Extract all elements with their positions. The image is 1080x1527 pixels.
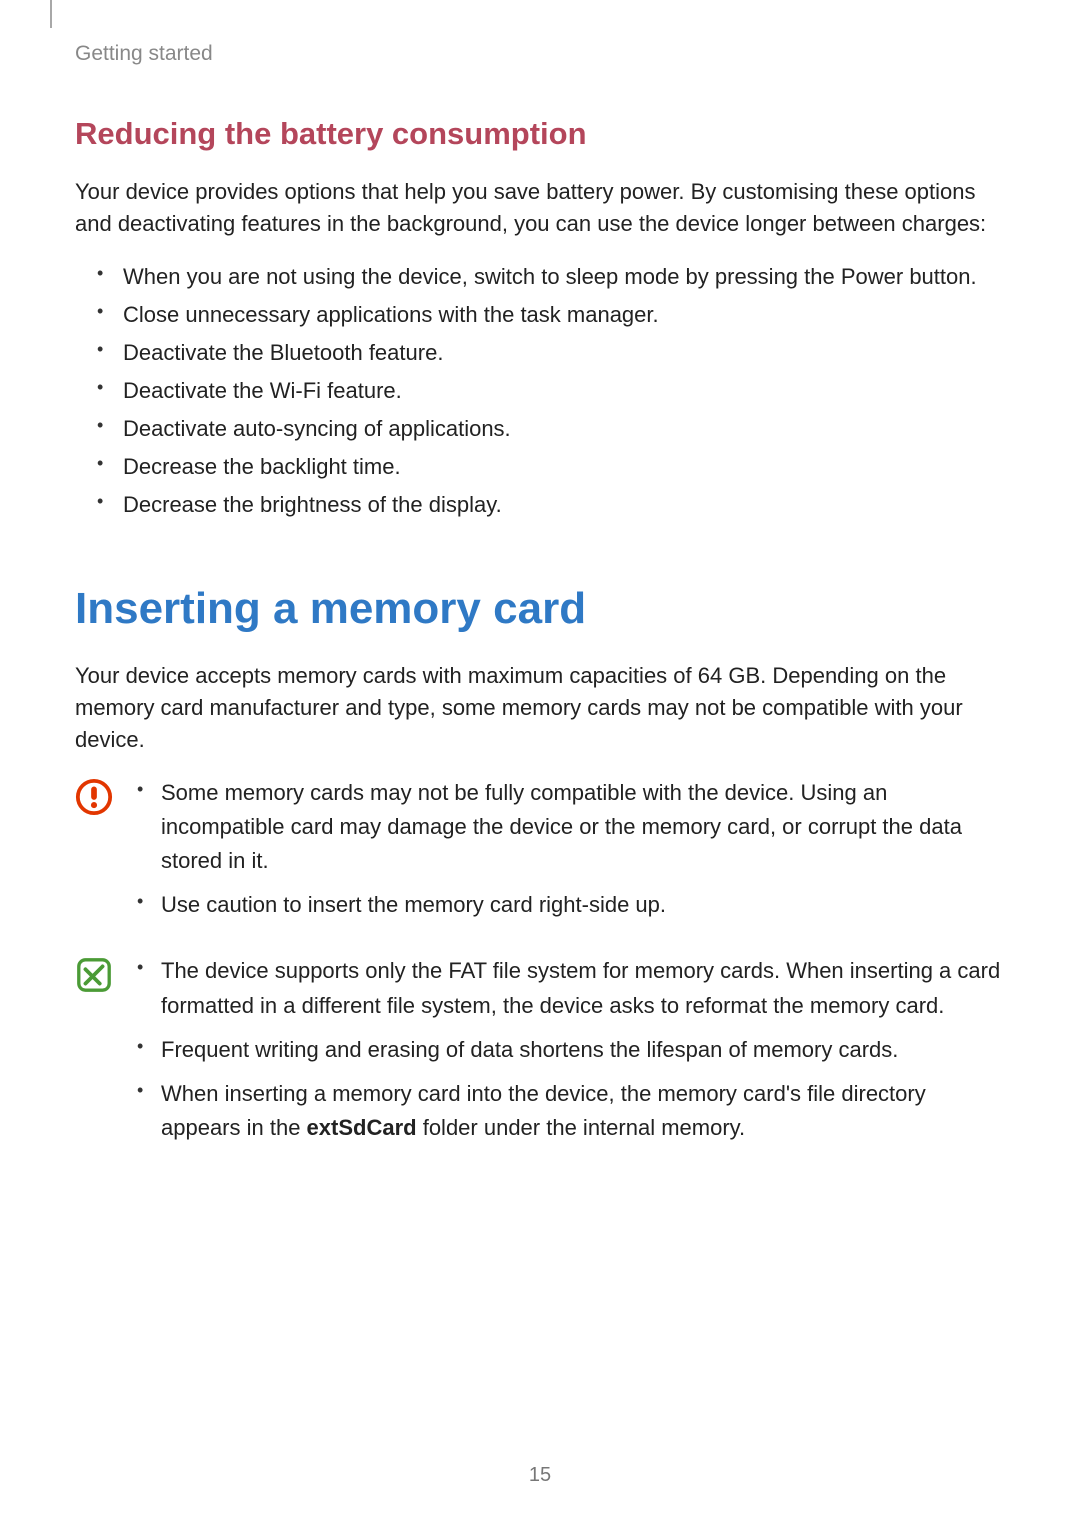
note-callout: The device supports only the FAT file sy… xyxy=(75,952,1005,1152)
list-item: Decrease the backlight time. xyxy=(75,448,1005,486)
warning-callout: Some memory cards may not be fully compa… xyxy=(75,774,1005,930)
warning-list: Some memory cards may not be fully compa… xyxy=(137,774,1005,930)
note-list: The device supports only the FAT file sy… xyxy=(137,952,1005,1152)
note-last-suffix: folder under the internal memory. xyxy=(417,1115,746,1140)
battery-tips-list: When you are not using the device, switc… xyxy=(75,258,1005,525)
warning-icon xyxy=(75,778,113,816)
list-item: The device supports only the FAT file sy… xyxy=(137,952,1005,1030)
subsection-heading: Reducing the battery consumption xyxy=(75,116,1005,152)
list-item: Some memory cards may not be fully compa… xyxy=(137,774,1005,886)
memory-intro-paragraph: Your device accepts memory cards with ma… xyxy=(75,660,1005,756)
intro-paragraph: Your device provides options that help y… xyxy=(75,176,1005,240)
page-content: Getting started Reducing the battery con… xyxy=(0,0,1080,1153)
list-item: Deactivate the Wi-Fi feature. xyxy=(75,372,1005,410)
page-corner-mark xyxy=(50,0,52,28)
note-last-bold: extSdCard xyxy=(307,1115,417,1140)
warning-body: Some memory cards may not be fully compa… xyxy=(137,774,1005,930)
running-header: Getting started xyxy=(75,42,1005,66)
list-item: Deactivate auto-syncing of applications. xyxy=(75,410,1005,448)
note-icon xyxy=(75,956,113,994)
list-item: When you are not using the device, switc… xyxy=(75,258,1005,296)
note-body: The device supports only the FAT file sy… xyxy=(137,952,1005,1152)
list-item: Use caution to insert the memory card ri… xyxy=(137,886,1005,930)
list-item: Frequent writing and erasing of data sho… xyxy=(137,1031,1005,1075)
section-heading: Inserting a memory card xyxy=(75,584,1005,634)
list-item: Decrease the brightness of the display. xyxy=(75,486,1005,524)
list-item: Deactivate the Bluetooth feature. xyxy=(75,334,1005,372)
page-number: 15 xyxy=(0,1464,1080,1487)
list-item: Close unnecessary applications with the … xyxy=(75,296,1005,334)
list-item: When inserting a memory card into the de… xyxy=(137,1075,1005,1153)
